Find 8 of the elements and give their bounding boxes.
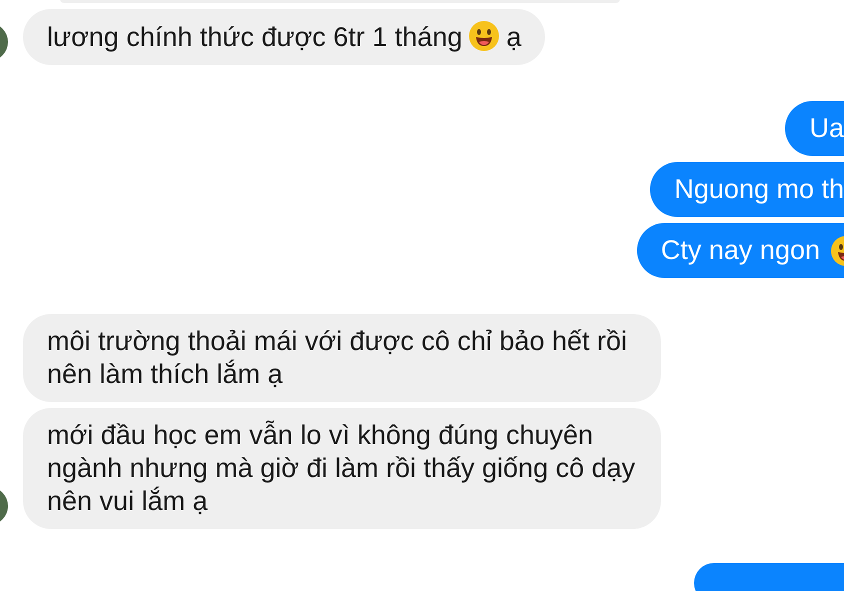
message-text: Nguong mo th [674, 173, 844, 206]
message-text: ạ [506, 22, 522, 52]
message-text: mới đầu học em vẫn lo vì không đúng chuyên ngành nhưng mà giờ đi làm rồi thấy giống cô dạy nên vui lắm ạ [47, 420, 636, 516]
smiley-emoji-icon [468, 20, 500, 52]
message-text: môi trường thoải mái với được cô chỉ bảo hết rồi nên làm thích lắm ạ [47, 326, 627, 389]
message-text: Cty nay ngon [660, 234, 820, 267]
message-text: Ua [809, 112, 844, 145]
message-text: lương chính thức được 6tr 1 tháng [47, 22, 462, 52]
